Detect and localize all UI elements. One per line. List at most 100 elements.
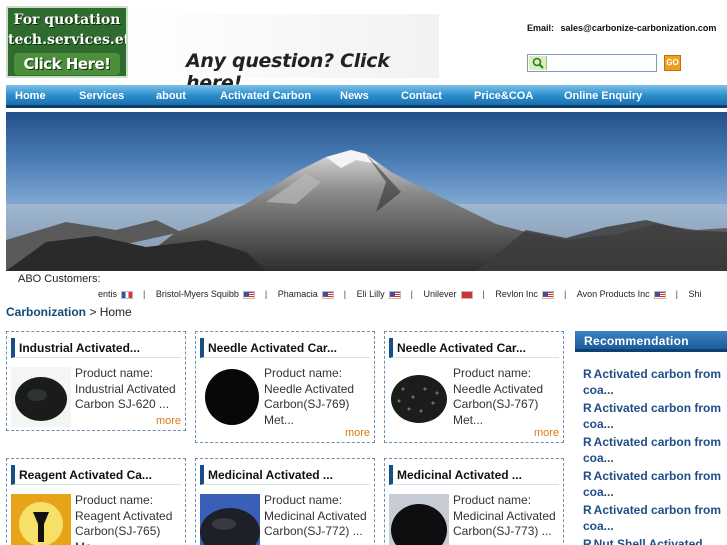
product-thumbnail[interactable] <box>200 494 260 545</box>
customer-item[interactable]: Phamacia <box>278 289 334 299</box>
bullet-r-icon: R <box>583 367 592 381</box>
nav-services[interactable]: Services <box>79 90 124 102</box>
product-thumbnail[interactable] <box>389 494 449 545</box>
customer-name: Bristol-Myers Squibb <box>155 289 239 299</box>
recommendation-item[interactable]: R Activated carbon from coa... <box>583 468 723 502</box>
nav-online-enquiry[interactable]: Online Enquiry <box>564 90 642 102</box>
recommendation-item[interactable]: R Activated carbon from coa... <box>583 502 723 536</box>
product-description: Product name: Reagent Activated Carbon(S… <box>75 493 173 545</box>
page-header: For quotation tech.services.etc Click He… <box>0 0 727 94</box>
product-card[interactable]: Needle Activated Car... Product name: Ne… <box>195 331 375 443</box>
question-banner[interactable]: Any question? Click here! <box>128 14 439 94</box>
product-card[interactable]: Industrial Activated... Product name: In… <box>6 331 186 431</box>
customer-name: Phamacia <box>277 289 318 299</box>
customer-name: Eli Lilly <box>356 289 385 299</box>
product-description: Product name: Industrial Activated Carbo… <box>75 366 176 411</box>
quotation-line-1: For quotation <box>13 12 121 28</box>
hero-mountain-image <box>6 112 727 271</box>
nav-contact[interactable]: Contact <box>401 90 442 102</box>
recommendation-link[interactable]: Activated carbon from coa... <box>583 367 721 397</box>
ticker-separator: | <box>264 289 268 299</box>
customer-item[interactable]: Shiseido Co <box>689 289 701 299</box>
customer-name: Revlon Inc <box>495 289 538 299</box>
product-more-link[interactable]: more <box>156 415 181 427</box>
product-thumbnail[interactable] <box>389 367 449 427</box>
product-thumbnail[interactable] <box>11 367 71 427</box>
product-thumbnail[interactable] <box>200 367 260 427</box>
quotation-banner[interactable]: For quotation tech.services.etc Click He… <box>6 6 128 78</box>
us-flag-icon <box>321 290 334 299</box>
france-flag-icon <box>121 290 134 299</box>
product-more-link[interactable]: more <box>534 427 559 439</box>
customer-item[interactable]: entis <box>98 289 134 299</box>
customer-item[interactable]: Revlon Inc <box>495 289 554 299</box>
nav-home[interactable]: Home <box>15 90 46 102</box>
customer-item[interactable]: Unilever <box>424 289 473 299</box>
recommendation-item[interactable]: R Activated carbon from coa... <box>583 400 723 434</box>
ticker-separator: | <box>675 289 679 299</box>
email-contact: Email: sales@carbonize-carbonization.com <box>527 23 716 33</box>
recommendation-header: Recommendation <box>575 331 727 352</box>
email-label: Email: <box>527 23 555 33</box>
ticker-separator: | <box>143 289 146 299</box>
customer-name: Avon Products Inc <box>576 289 650 299</box>
abo-customers-label: ABO Customers: <box>18 273 101 285</box>
recommendation-title: Recommendation <box>584 334 689 348</box>
us-flag-icon <box>242 290 255 299</box>
search-icon <box>529 56 547 70</box>
bullet-r-icon: R <box>583 469 592 483</box>
recommendation-list: R Activated carbon from coa... R Activated… <box>583 366 723 545</box>
product-more-link[interactable]: more <box>345 427 370 439</box>
breadcrumb: Carbonization > Home <box>6 305 132 319</box>
bullet-r-icon: R <box>583 503 592 517</box>
breadcrumb-site[interactable]: Carbonization <box>6 305 86 319</box>
recommendation-link[interactable]: Activated carbon from coa... <box>583 401 721 431</box>
search-input[interactable] <box>548 56 653 70</box>
customer-item[interactable]: Avon Products Inc <box>577 289 666 299</box>
recommendation-link[interactable]: Activated carbon from coa... <box>583 469 721 499</box>
product-description: Product name: Needle Activated Carbon(SJ… <box>264 366 355 427</box>
nav-price-coa[interactable]: Price&COA <box>474 90 533 102</box>
bullet-r-icon: R <box>583 435 592 449</box>
customer-name: entis <box>98 289 118 299</box>
customer-item[interactable]: Bristol-Myers Squibb <box>156 289 255 299</box>
ticker-separator: | <box>482 289 485 299</box>
customer-name: Unilever <box>423 289 457 299</box>
bullet-r-icon: R <box>583 401 592 415</box>
product-thumbnail[interactable] <box>11 494 71 545</box>
product-title[interactable]: Needle Activated Car... <box>389 338 559 358</box>
go-button[interactable]: GO <box>664 55 681 71</box>
email-address[interactable]: sales@carbonize-carbonization.com <box>561 23 717 33</box>
nav-news[interactable]: News <box>340 90 369 102</box>
product-title[interactable]: Medicinal Activated ... <box>389 465 559 485</box>
us-flag-icon <box>541 290 554 299</box>
product-card[interactable]: Medicinal Activated ... Product name: Me… <box>195 458 375 545</box>
product-card[interactable]: Needle Activated Car... Product name: Ne… <box>384 331 564 443</box>
product-title[interactable]: Industrial Activated... <box>11 338 181 358</box>
recommendation-link[interactable]: Nut Shell Activated <box>594 537 703 545</box>
recommendation-link[interactable]: Activated carbon from coa... <box>583 435 721 465</box>
breadcrumb-current: Home <box>99 305 132 319</box>
nav-about[interactable]: about <box>156 90 186 102</box>
us-flag-icon <box>653 290 666 299</box>
uk-flag-icon <box>460 290 473 299</box>
product-card[interactable]: Medicinal Activated ... Product name: Me… <box>384 458 564 545</box>
product-card[interactable]: Reagent Activated Ca... Product name: Re… <box>6 458 186 545</box>
customer-item[interactable]: Eli Lilly <box>357 289 401 299</box>
recommendation-item[interactable]: R Nut Shell Activated <box>583 536 723 545</box>
quotation-click-here[interactable]: Click Here! <box>14 53 120 75</box>
recommendation-link[interactable]: Activated carbon from coa... <box>583 503 721 533</box>
us-flag-icon <box>388 290 401 299</box>
recommendation-item[interactable]: R Activated carbon from coa... <box>583 366 723 400</box>
product-description: Product name: Medicinal Activated Carbon… <box>264 493 367 538</box>
nav-activated-carbon[interactable]: Activated Carbon <box>220 90 311 102</box>
customer-name: Shiseido Co <box>688 289 701 299</box>
ticker-separator: | <box>343 289 347 299</box>
product-description: Product name: Medicinal Activated Carbon… <box>453 493 556 538</box>
mountain-illustration <box>6 150 727 271</box>
recommendation-item[interactable]: R Activated carbon from coa... <box>583 434 723 468</box>
product-title[interactable]: Reagent Activated Ca... <box>11 465 181 485</box>
breadcrumb-separator: > <box>86 305 100 319</box>
product-title[interactable]: Medicinal Activated ... <box>200 465 370 485</box>
product-title[interactable]: Needle Activated Car... <box>200 338 370 358</box>
